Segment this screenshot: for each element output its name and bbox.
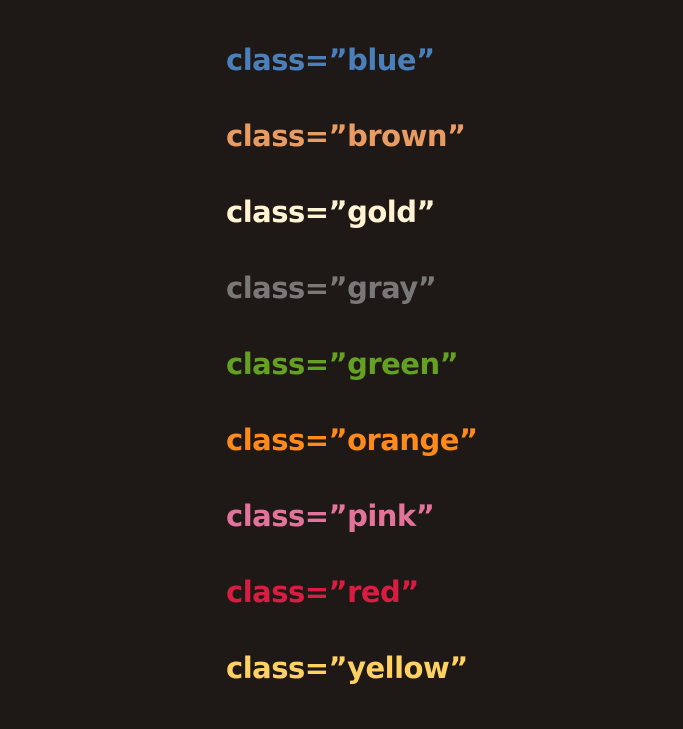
- class-label-pink: class=”pink”: [226, 499, 435, 533]
- class-label-orange: class=”orange”: [226, 423, 478, 457]
- color-class-list: class=”blue” class=”brown” class=”gold” …: [226, 38, 478, 722]
- class-label-red: class=”red”: [226, 575, 419, 609]
- class-label-yellow: class=”yellow”: [226, 651, 468, 685]
- class-label-blue: class=”blue”: [226, 43, 435, 77]
- class-label-green: class=”green”: [226, 347, 459, 381]
- class-label-gray: class=”gray”: [226, 271, 437, 305]
- class-label-brown: class=”brown”: [226, 119, 466, 153]
- class-label-gold: class=”gold”: [226, 195, 436, 229]
